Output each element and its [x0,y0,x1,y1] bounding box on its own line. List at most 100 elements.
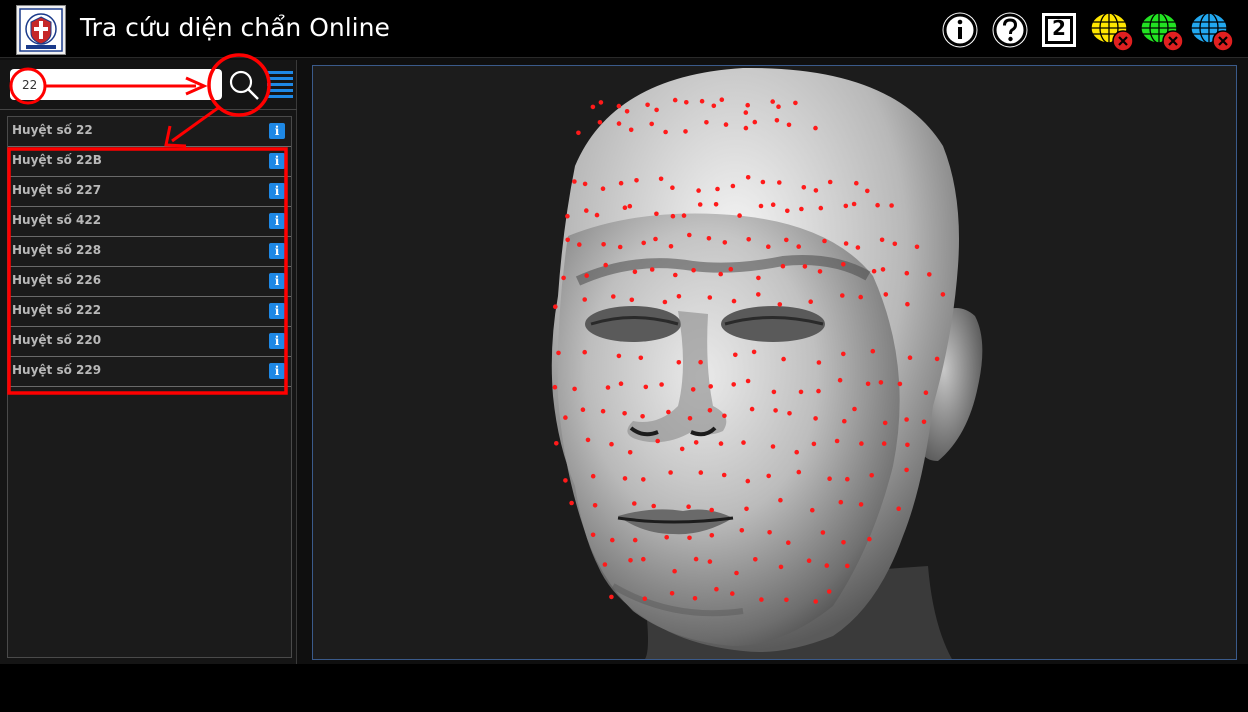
result-list-item[interactable]: Huyệt số 220 i [8,327,291,357]
app-logo [16,5,66,55]
acupoint-dot [827,179,833,185]
acupoint-dot [745,102,750,108]
acupoint-dot [770,444,776,449]
acupoint-dot [718,271,723,277]
acupoint-dot [811,441,817,447]
acupoint-dot [822,238,827,244]
help-button[interactable] [990,10,1030,50]
info-icon[interactable]: i [269,153,285,169]
result-list-item[interactable]: Huyệt số 22B i [8,147,291,177]
result-list-item[interactable]: Huyệt số 229 i [8,357,291,387]
acupoint-dot [632,269,638,275]
info-icon[interactable]: i [269,333,285,349]
acupoint-dot [813,416,818,421]
result-list-item[interactable]: Huyệt số 226 i [8,267,291,297]
result-list-item[interactable]: Huyệt số 227 i [8,177,291,207]
acupoint-dot [651,503,656,509]
result-list-item[interactable]: Huyệt số 22 i [8,117,291,147]
acupoint-dot [681,213,687,218]
info-icon[interactable]: i [269,303,285,319]
acupoint-dot [672,568,677,574]
acupoint-dot [883,292,889,297]
acupoint-dot [585,437,591,443]
acupoint-dot [745,478,751,484]
info-icon[interactable]: i [269,123,285,139]
acupoint-dot [632,537,638,543]
acupoint-dot [618,180,624,186]
result-label: Huyệt số 226 [12,273,102,287]
acupoint-dot [691,267,696,273]
info-icon[interactable]: i [269,273,285,289]
acupoint-dot [696,188,701,193]
academy-emblem-icon [19,8,63,52]
acupoint-dot [663,129,668,135]
acupoint-dot [590,104,596,110]
acupoint-dot [793,100,798,106]
acupoint-dot [707,559,713,564]
acupoint-dot [774,118,780,123]
search-button[interactable] [226,68,262,102]
acupoint-dot [756,292,761,297]
list-lines-icon [267,71,293,98]
acupoint-dot [780,263,786,269]
acupoint-dot [881,441,887,446]
result-list-item[interactable]: Huyệt số 228 i [8,237,291,267]
layer-toggle-green[interactable] [1139,10,1185,54]
acupoint-dot [603,262,608,268]
acupoint-dot [708,384,713,389]
result-list-item[interactable]: Huyệt số 422 i [8,207,291,237]
acupoint-dot [905,301,910,307]
acupoint-dot [597,120,603,125]
acupoint-dot [875,202,880,208]
info-button[interactable] [940,10,980,50]
face-3d-viewer[interactable] [312,65,1237,660]
acupoint-dot [746,237,751,242]
acupoint-dot [709,533,715,538]
acupoint-dot [605,385,611,390]
acupoint-dot [858,502,864,507]
acupoint-dot [794,449,799,455]
acupoint-dot [731,382,736,387]
result-label: Huyệt số 222 [12,303,102,317]
acupoint-dot [940,292,946,297]
acupoint-dot [842,418,847,424]
acupoint-dot [745,378,751,384]
app-title: Tra cứu diện chẩn Online [80,13,390,42]
magnifier-icon [229,70,259,100]
acupoint-dot [627,450,633,455]
acupoint-dot [843,241,849,246]
acupoint-dot [668,244,674,249]
acupoint-dot [834,438,840,444]
acupoint-dot [837,377,843,383]
info-icon[interactable]: i [269,183,285,199]
acupoint-dot [600,186,606,191]
acupoint-dot [687,232,692,238]
acupoint-dot [577,242,582,247]
acupoint-dot [914,244,920,250]
acupoint-dot [770,202,776,207]
face-model-canvas[interactable] [313,66,1237,660]
acupoint-dot [759,597,764,602]
info-icon[interactable]: i [269,213,285,229]
acupoint-dot [841,351,846,357]
acupoint-dot [556,350,561,356]
acupoint-dot [905,442,910,448]
acupoint-dot [753,557,758,562]
acupoint-dot [784,237,789,243]
info-icon[interactable]: i [269,243,285,259]
acupoint-dot [609,594,614,600]
view-number-button[interactable]: 2 [1041,12,1077,48]
acupoint-dot [673,272,678,278]
acupoint-dot [744,506,749,512]
acupoint-dot [741,440,746,445]
acupoint-dot [572,179,577,184]
acupoint-dot [582,297,587,302]
list-menu-button[interactable] [266,68,294,102]
search-input[interactable] [10,69,222,100]
layer-toggle-blue[interactable] [1189,10,1235,54]
info-icon[interactable]: i [269,363,285,379]
result-label: Huyệt số 422 [12,213,102,227]
layer-toggle-yellow[interactable] [1089,10,1135,54]
acupoint-dot [766,473,771,479]
result-list-item[interactable]: Huyệt số 222 i [8,297,291,327]
